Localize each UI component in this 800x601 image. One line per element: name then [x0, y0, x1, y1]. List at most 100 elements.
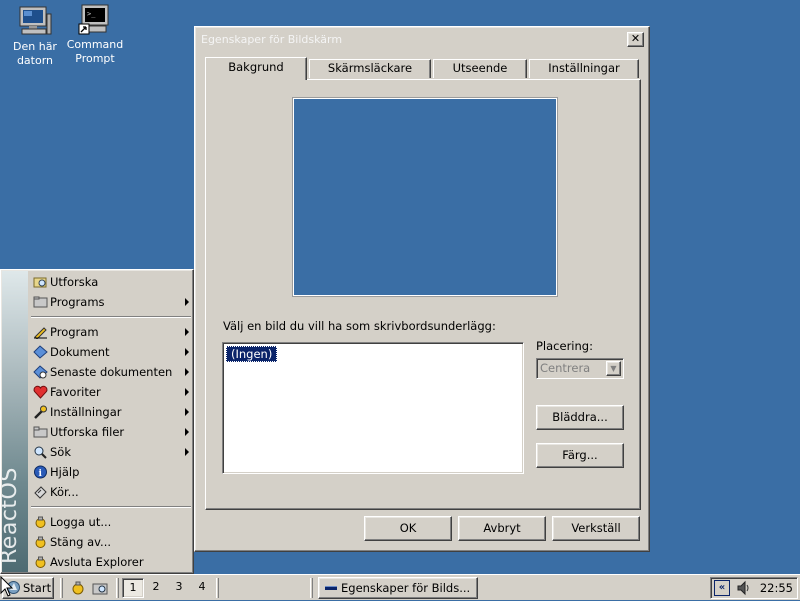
wallpaper-listbox[interactable]: (Ingen) — [222, 342, 524, 474]
terminal-icon: >_ — [78, 4, 112, 35]
system-tray: « 22:55 — [710, 577, 798, 599]
menu-item-label: Favoriter — [50, 385, 101, 399]
toolbar-grip[interactable] — [116, 578, 119, 598]
submenu-arrow-icon — [185, 368, 189, 376]
start-menu-item-settings[interactable]: Inställningar — [29, 402, 193, 422]
workspace-2-button[interactable]: 2 — [145, 578, 167, 598]
menu-separator — [31, 506, 191, 508]
chevron-left-icon[interactable]: « — [714, 580, 730, 596]
cancel-button-label: Avbryt — [483, 521, 521, 535]
window-icon — [325, 586, 337, 590]
workspace-label: 2 — [152, 580, 160, 593]
shutdown-icon — [33, 535, 48, 549]
start-menu-item-logout[interactable]: Logga ut... — [29, 512, 193, 532]
menu-item-label: Avsluta Explorer — [50, 555, 144, 569]
start-menu-item-programs-folder[interactable]: Programs — [29, 292, 193, 312]
apply-button-label: Verkställ — [571, 521, 621, 535]
menu-item-label: Logga ut... — [50, 515, 112, 529]
placement-select[interactable]: Centrera ▼ — [536, 358, 624, 379]
submenu-arrow-icon — [185, 408, 189, 416]
tab-appearance[interactable]: Utseende — [433, 59, 527, 78]
help-icon: i — [33, 465, 48, 479]
menu-item-label: Kör... — [50, 485, 79, 499]
start-menu-banner: ReactOS — [2, 271, 28, 572]
workspace-label: 3 — [175, 580, 183, 593]
quicklaunch-desktop-icon[interactable] — [70, 580, 86, 596]
documents-icon — [33, 345, 48, 359]
desktop-icon-label: Command — [66, 38, 124, 51]
mouse-cursor-icon — [0, 575, 14, 597]
start-menu-item-help[interactable]: i Hjälp — [29, 462, 193, 482]
menu-item-label: Senaste dokumenten — [50, 365, 173, 379]
menu-item-label: Programs — [50, 295, 105, 309]
svg-text:i: i — [39, 469, 43, 479]
start-menu-item-search[interactable]: Sök — [29, 442, 193, 462]
menu-separator — [31, 316, 191, 318]
desktop-icon-command-prompt[interactable]: >_ Command Prompt — [60, 4, 130, 66]
tab-background[interactable]: Bakgrund — [205, 57, 307, 80]
banner-logo-text: ReactOS — [2, 467, 22, 564]
chevron-down-icon[interactable]: ▼ — [606, 361, 621, 376]
recent-documents-icon — [33, 365, 48, 379]
tab-label: Inställningar — [548, 61, 620, 75]
start-menu-item-program[interactable]: Program — [29, 322, 193, 342]
quicklaunch-explorer-icon[interactable] — [92, 580, 108, 596]
menu-item-label: Program — [50, 325, 99, 339]
svg-text:>_: >_ — [87, 10, 96, 18]
start-menu-item-recent-documents[interactable]: Senaste dokumenten — [29, 362, 193, 382]
search-icon — [33, 445, 48, 459]
close-button[interactable]: ✕ — [627, 32, 644, 47]
background-tab-panel: Välj en bild du vill ha som skrivbordsun… — [205, 79, 641, 510]
toolbar-grip[interactable] — [216, 578, 219, 598]
submenu-arrow-icon — [185, 298, 189, 306]
menu-item-label: Stäng av... — [50, 535, 112, 549]
start-menu: ReactOS Utforska Programs Program Dokume… — [0, 269, 194, 574]
start-menu-item-run[interactable]: Kör... — [29, 482, 193, 502]
cancel-button[interactable]: Avbryt — [458, 516, 546, 541]
placement-value: Centrera — [540, 361, 591, 375]
start-menu-item-exit-explorer[interactable]: Avsluta Explorer — [29, 552, 193, 572]
menu-item-label: Sök — [50, 445, 71, 459]
heart-icon — [33, 385, 48, 399]
dialog-titlebar[interactable]: Egenskaper för Bildskärm ✕ — [198, 30, 646, 49]
folder-icon — [33, 425, 48, 439]
start-menu-item-explore[interactable]: Utforska — [29, 272, 193, 292]
start-menu-item-favorites[interactable]: Favoriter — [29, 382, 193, 402]
workspace-3-button[interactable]: 3 — [168, 578, 190, 598]
speaker-icon[interactable] — [736, 580, 752, 596]
toolbar-grip[interactable] — [310, 578, 313, 598]
apply-button[interactable]: Verkställ — [552, 516, 640, 541]
computer-icon — [18, 6, 52, 36]
ok-button[interactable]: OK — [364, 516, 452, 541]
workspace-label: 1 — [129, 581, 137, 594]
tab-screensaver[interactable]: Skärmsläckare — [309, 59, 431, 78]
list-item[interactable]: (Ingen) — [226, 346, 278, 362]
submenu-arrow-icon — [185, 348, 189, 356]
clock[interactable]: 22:55 — [760, 578, 793, 598]
browse-button[interactable]: Bläddra... — [536, 405, 624, 430]
start-menu-item-shutdown[interactable]: Stäng av... — [29, 532, 193, 552]
tab-label: Skärmsläckare — [327, 61, 413, 75]
taskbar: Start 1 2 3 4 Egenskaper för Bilds... « … — [0, 574, 800, 600]
desktop-icon-label: Prompt — [75, 52, 115, 65]
pen-icon — [33, 325, 48, 340]
submenu-arrow-icon — [185, 428, 189, 436]
start-button-label: Start — [23, 581, 52, 595]
submenu-arrow-icon — [185, 448, 189, 456]
toolbar-grip[interactable] — [60, 578, 63, 598]
programs-folder-icon — [33, 295, 48, 309]
run-icon — [33, 485, 48, 499]
display-properties-dialog: Egenskaper för Bildskärm ✕ Bakgrund Skär… — [194, 26, 650, 552]
taskbar-button-display-properties[interactable]: Egenskaper för Bilds... — [318, 577, 478, 599]
menu-item-label: Inställningar — [50, 405, 122, 419]
wallpaper-prompt: Välj en bild du vill ha som skrivbordsun… — [223, 319, 496, 333]
color-button[interactable]: Färg... — [536, 443, 624, 468]
start-menu-item-explore-files[interactable]: Utforska filer — [29, 422, 193, 442]
tab-label: Bakgrund — [228, 60, 284, 74]
browse-button-label: Bläddra... — [552, 410, 608, 424]
workspace-4-button[interactable]: 4 — [191, 578, 213, 598]
tab-settings[interactable]: Inställningar — [529, 59, 639, 78]
workspace-1-button[interactable]: 1 — [122, 578, 144, 598]
start-menu-item-documents[interactable]: Dokument — [29, 342, 193, 362]
workspace-label: 4 — [198, 580, 206, 593]
